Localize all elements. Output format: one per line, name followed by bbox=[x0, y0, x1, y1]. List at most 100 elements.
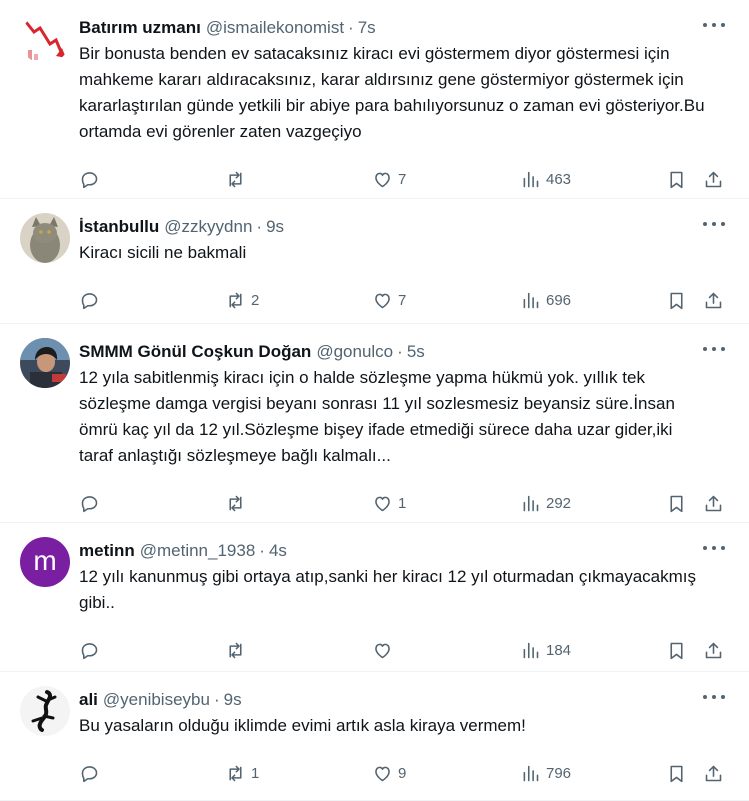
repost-icon bbox=[229, 292, 242, 308]
separator: · bbox=[256, 217, 263, 236]
repost-button[interactable]: 2 bbox=[225, 290, 259, 311]
like-count: 9 bbox=[398, 764, 407, 782]
avatar-letter: m bbox=[33, 544, 57, 576]
repost-icon bbox=[229, 642, 242, 658]
tweet-actions: 1 9 796 bbox=[79, 753, 731, 793]
profile-photo-icon bbox=[20, 338, 70, 388]
share-button[interactable] bbox=[703, 493, 724, 514]
display-name[interactable]: İstanbullu bbox=[79, 217, 159, 237]
like-button[interactable]: 9 bbox=[372, 763, 406, 784]
bookmark-button[interactable] bbox=[666, 169, 687, 190]
tweet-actions: 1 292 bbox=[79, 483, 731, 523]
tweet-text: 12 yılı kanunmuş gibi ortaya atıp,sanki … bbox=[79, 567, 696, 612]
heart-icon bbox=[375, 172, 390, 187]
view-count: 184 bbox=[546, 641, 572, 659]
repost-icon bbox=[229, 171, 242, 187]
user-avatar[interactable] bbox=[20, 14, 70, 64]
like-button[interactable]: 7 bbox=[372, 169, 406, 190]
separator: · bbox=[348, 18, 354, 37]
display-name[interactable]: SMMM Gönül Coşkun Doğan bbox=[79, 342, 311, 362]
like-button[interactable] bbox=[372, 640, 398, 661]
bookmark-icon bbox=[670, 765, 683, 782]
share-button[interactable] bbox=[703, 640, 724, 661]
user-handle[interactable]: @gonulco bbox=[316, 342, 393, 362]
user-avatar[interactable] bbox=[20, 213, 70, 263]
separator: · bbox=[259, 541, 265, 560]
reply-button[interactable] bbox=[79, 290, 100, 311]
reply-icon bbox=[81, 292, 98, 309]
views-button[interactable]: 796 bbox=[520, 763, 571, 784]
timestamp[interactable]: 7s bbox=[358, 18, 376, 38]
bookmark-icon bbox=[670, 495, 683, 512]
timestamp[interactable]: 4s bbox=[269, 541, 287, 561]
user-handle[interactable]: @ismailekonomist bbox=[206, 18, 344, 38]
views-button[interactable]: 463 bbox=[520, 169, 571, 190]
reply-icon bbox=[81, 171, 98, 188]
bookmark-button[interactable] bbox=[666, 763, 687, 784]
tweet[interactable]: İstanbullu @zzkyydnn · 9s Kiracı sicili … bbox=[0, 199, 749, 324]
reply-icon bbox=[81, 765, 98, 782]
more-options-button[interactable] bbox=[703, 342, 725, 356]
reply-button[interactable] bbox=[79, 169, 100, 190]
more-options-button[interactable] bbox=[703, 690, 725, 704]
repost-button[interactable] bbox=[225, 169, 251, 190]
views-chart-icon bbox=[523, 495, 539, 511]
share-icon bbox=[705, 495, 722, 511]
display-name[interactable]: metinn bbox=[79, 541, 135, 561]
bookmark-button[interactable] bbox=[666, 290, 687, 311]
timestamp[interactable]: 9s bbox=[266, 217, 284, 237]
tweet[interactable]: Batırım uzmanı @ismailekonomist · 7s Bir… bbox=[0, 0, 749, 199]
tweet-text: Bu yasaların olduğu iklimde evimi artık … bbox=[79, 716, 526, 735]
share-button[interactable] bbox=[703, 763, 724, 784]
user-avatar[interactable] bbox=[20, 686, 70, 736]
share-icon bbox=[705, 292, 722, 308]
view-count: 463 bbox=[546, 170, 572, 188]
timestamp[interactable]: 5s bbox=[407, 342, 425, 362]
reply-button[interactable] bbox=[79, 493, 100, 514]
heart-icon bbox=[375, 496, 390, 511]
user-avatar[interactable]: m bbox=[20, 537, 70, 587]
user-handle[interactable]: @yenibiseybu bbox=[103, 690, 210, 710]
like-button[interactable]: 7 bbox=[372, 290, 406, 311]
user-handle[interactable]: @zzkyydnn bbox=[164, 217, 252, 237]
user-avatar[interactable] bbox=[20, 338, 70, 388]
views-chart-icon bbox=[523, 765, 539, 781]
reply-button[interactable] bbox=[79, 640, 100, 661]
reply-icon bbox=[81, 495, 98, 512]
views-button[interactable]: 696 bbox=[520, 290, 571, 311]
views-chart-icon bbox=[523, 171, 539, 187]
tweet[interactable]: ali @yenibiseybu · 9s Bu yasaların olduğ… bbox=[0, 672, 749, 801]
cat-photo-icon bbox=[20, 213, 70, 263]
timestamp[interactable]: 9s bbox=[224, 690, 242, 710]
heart-icon bbox=[375, 766, 390, 781]
share-button[interactable] bbox=[703, 290, 724, 311]
repost-count: 1 bbox=[251, 764, 260, 782]
display-name[interactable]: Batırım uzmanı bbox=[79, 18, 201, 38]
views-button[interactable]: 184 bbox=[520, 640, 571, 661]
repost-button[interactable]: 1 bbox=[225, 763, 259, 784]
reply-button[interactable] bbox=[79, 763, 100, 784]
bookmark-button[interactable] bbox=[666, 640, 687, 661]
like-count: 1 bbox=[398, 494, 407, 512]
share-button[interactable] bbox=[703, 169, 724, 190]
repost-count: 2 bbox=[251, 291, 260, 309]
display-name[interactable]: ali bbox=[79, 690, 98, 710]
like-count: 7 bbox=[398, 170, 407, 188]
more-options-button[interactable] bbox=[703, 18, 725, 32]
tweet[interactable]: m metinn @metinn_1938 · 4s 12 yılı kanun… bbox=[0, 523, 749, 672]
bookmark-button[interactable] bbox=[666, 493, 687, 514]
views-button[interactable]: 292 bbox=[520, 493, 571, 514]
repost-button[interactable] bbox=[225, 640, 251, 661]
tweet-text: Bir bonusta benden ev satacaksınız kirac… bbox=[79, 44, 705, 141]
like-count: 7 bbox=[398, 291, 407, 309]
view-count: 696 bbox=[546, 291, 572, 309]
separator: · bbox=[397, 342, 403, 361]
user-handle[interactable]: @metinn_1938 bbox=[140, 541, 256, 561]
more-options-button[interactable] bbox=[703, 217, 725, 231]
like-button[interactable]: 1 bbox=[372, 493, 406, 514]
repost-button[interactable] bbox=[225, 493, 251, 514]
tweet[interactable]: SMMM Gönül Coşkun Doğan @gonulco · 5s 1 2… bbox=[0, 324, 749, 523]
views-chart-icon bbox=[523, 292, 539, 308]
tweet-text: Kiracı sicili ne bakmali bbox=[79, 243, 247, 262]
more-options-button[interactable] bbox=[703, 541, 725, 555]
